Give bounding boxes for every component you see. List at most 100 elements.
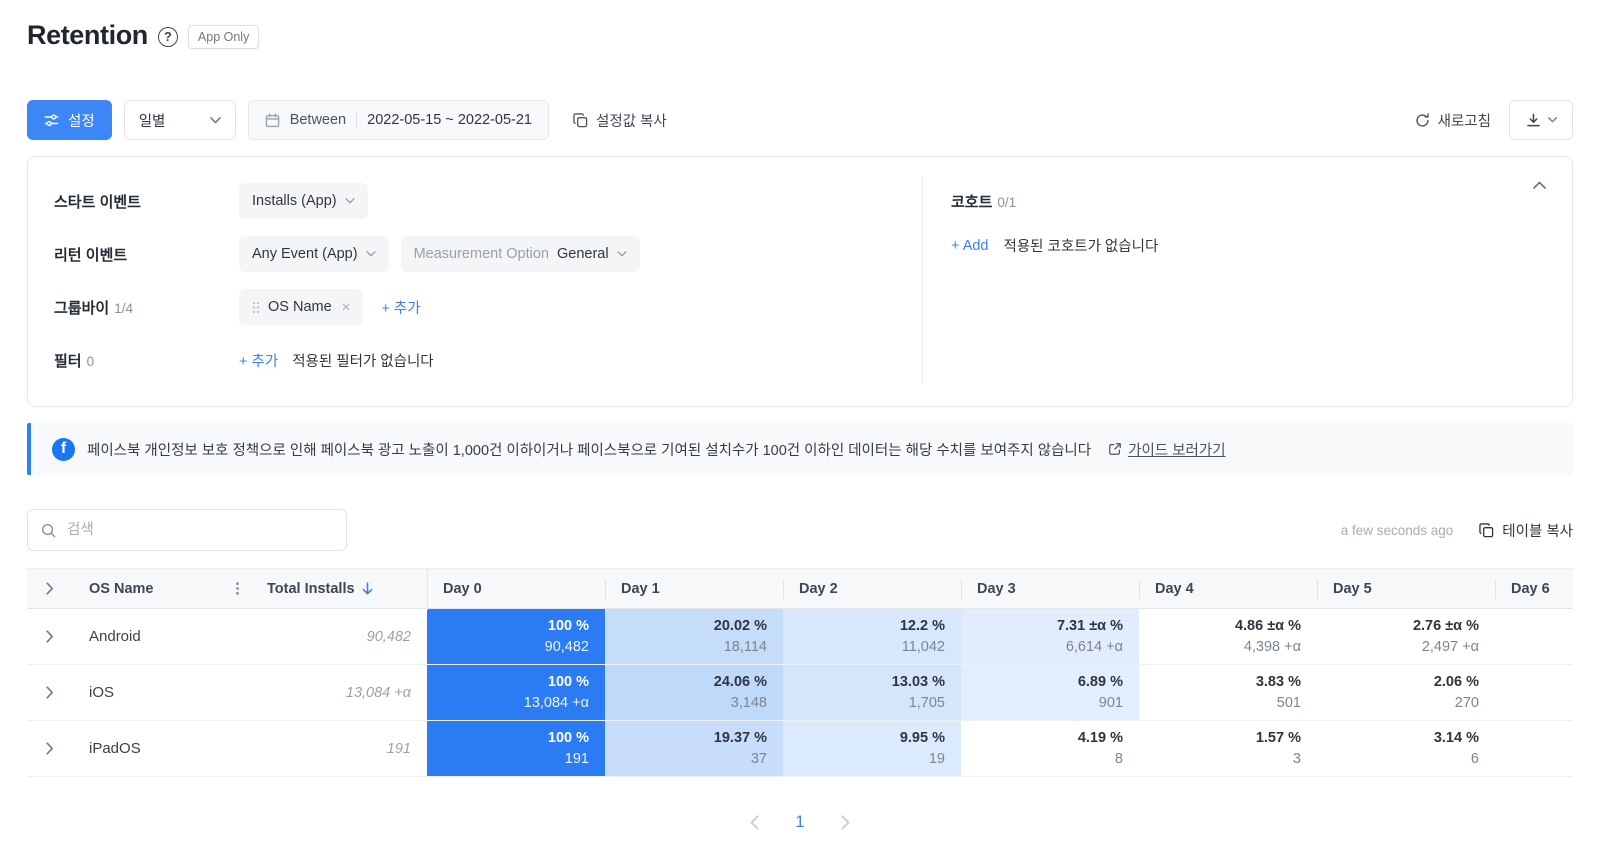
retention-cell: 1.57 % 3 (1139, 721, 1317, 776)
chevron-down-icon (617, 251, 627, 257)
granularity-value: 일별 (138, 113, 166, 130)
table-row: iPadOS 191 100 % 191 19.37 % 37 9.95 % 19 4.19 %… (27, 721, 1573, 777)
group-by-chip-label: OS Name (268, 299, 332, 315)
settings-button[interactable]: 설정 (27, 100, 112, 140)
os-name-cell: Android (89, 628, 141, 645)
filter-row: 필터 0 + 추가 적용된 필터가 없습니다 (54, 342, 922, 378)
date-range-picker[interactable]: Between 2022-05-15 ~ 2022-05-21 (247, 100, 549, 140)
external-link-icon (1108, 442, 1122, 456)
retention-cell: 3.83 % 501 (1139, 665, 1317, 720)
add-filter-button[interactable]: + 추가 (239, 350, 278, 371)
query-config-panel: 스타트 이벤트 Installs (App) 리턴 이벤트 Any Event … (27, 156, 1573, 407)
drag-handle-icon[interactable] (252, 301, 260, 314)
granularity-dropdown[interactable]: 일별 (123, 100, 236, 140)
group-by-chip-os-name[interactable]: OS Name × (239, 289, 364, 325)
sliders-icon (44, 113, 59, 128)
retention-cell: 4.19 % 8 (961, 721, 1139, 776)
retention-cell: 13.03 % 1,705 (783, 665, 961, 720)
column-header-day-6[interactable]: Day 6 (1495, 569, 1573, 608)
cohort-add-row: + Add 적용된 코호트가 없습니다 (951, 235, 1546, 256)
collapse-panel-button[interactable] (1533, 181, 1546, 189)
expand-all-button[interactable] (27, 569, 73, 608)
calendar-icon (265, 112, 280, 128)
column-header-day-0[interactable]: Day 0 (427, 569, 605, 610)
column-header-day-4[interactable]: Day 4 (1139, 569, 1317, 608)
retention-cell: 4.86 ±α % 4,398 +α (1139, 609, 1317, 664)
retention-cell: 2.06 % 270 (1317, 665, 1495, 720)
os-name-header-label: OS Name (89, 580, 154, 597)
search-icon (41, 523, 56, 538)
close-icon[interactable]: × (342, 299, 351, 316)
copy-settings-button[interactable]: 설정값 복사 (573, 110, 667, 131)
retention-cell: 100 % 13,084 +α (427, 665, 605, 720)
table-row: iOS 13,084 +α 100 % 13,084 +α 24.06 % 3,148 13… (27, 665, 1573, 721)
column-header-day-5[interactable]: Day 5 (1317, 569, 1495, 608)
day-headers: Day 0 Day 1 Day 2 Day 3 Day 4 Day 5 Day 6 (427, 569, 1573, 610)
retention-cell: 100 % 90,482 (427, 609, 605, 664)
measurement-option-value: General (556, 246, 609, 262)
refresh-button[interactable]: 새로고침 (1415, 110, 1491, 131)
download-icon (1526, 113, 1541, 128)
return-event-row: 리턴 이벤트 Any Event (App) Measurement Optio… (54, 236, 922, 272)
app-only-badge: App Only (187, 24, 260, 49)
search-input[interactable] (65, 521, 333, 539)
chevron-down-icon (209, 116, 221, 124)
return-event-select[interactable]: Any Event (App) (239, 236, 389, 272)
retention-cell (1495, 721, 1573, 776)
chevron-down-icon (1547, 117, 1557, 123)
retention-cell: 20.02 % 18,114 (605, 609, 783, 664)
start-event-value: Installs (App) (252, 193, 337, 209)
copy-icon (1479, 522, 1494, 538)
total-installs-cell: 90,482 (366, 628, 411, 645)
column-header-total-installs[interactable]: Total Installs (251, 569, 427, 608)
previous-page-button[interactable] (750, 815, 760, 830)
measurement-option-select[interactable]: Measurement Option General (400, 236, 640, 272)
toolbar-right: 새로고침 (1415, 100, 1573, 140)
retention-table: OS Name Total Installs Day 0 Day 1 Day 2 Da… (27, 568, 1573, 777)
retention-cell: 7.31 ±α % 6,614 +α (961, 609, 1139, 664)
chevron-down-icon (366, 251, 376, 257)
copy-table-button[interactable]: 테이블 복사 (1479, 520, 1573, 541)
table-header-row: OS Name Total Installs Day 0 Day 1 Day 2 Da… (27, 568, 1573, 610)
os-name-cell: iOS (89, 684, 115, 701)
column-header-os-name[interactable]: OS Name (73, 569, 251, 608)
start-event-select[interactable]: Installs (App) (239, 183, 368, 219)
page-number[interactable]: 1 (795, 813, 804, 832)
guide-link[interactable]: 가이드 보러가기 (1108, 439, 1226, 460)
column-header-day-2[interactable]: Day 2 (783, 569, 961, 608)
sort-descending-icon[interactable] (362, 582, 373, 595)
cohort-panel: 코호트 0/1 + Add 적용된 코호트가 없습니다 (922, 177, 1546, 384)
column-header-day-1[interactable]: Day 1 (605, 569, 783, 608)
copy-icon (573, 112, 588, 128)
add-cohort-button[interactable]: + Add (951, 238, 989, 254)
guide-link-label[interactable]: 가이드 보러가기 (1128, 439, 1225, 460)
filter-count: 0 (86, 353, 95, 369)
row-expand-button[interactable] (27, 665, 73, 720)
row-expand-button[interactable] (27, 721, 73, 776)
row-expand-button[interactable] (27, 609, 73, 664)
search-box[interactable] (27, 509, 347, 551)
help-icon[interactable]: ? (157, 26, 178, 47)
kebab-menu-icon[interactable] (236, 582, 239, 595)
chevron-down-icon (345, 198, 355, 204)
return-event-label: 리턴 이벤트 (54, 246, 128, 264)
download-button[interactable] (1509, 100, 1573, 140)
group-by-count: 1/4 (114, 300, 133, 316)
date-range-value: 2022-05-15 ~ 2022-05-21 (367, 112, 532, 128)
start-event-row: 스타트 이벤트 Installs (App) (54, 183, 922, 219)
retention-cell: 12.2 % 11,042 (783, 609, 961, 664)
filter-label: 필터 0 (54, 352, 95, 370)
column-header-day-3[interactable]: Day 3 (961, 569, 1139, 608)
add-group-by-button[interactable]: + 추가 (381, 297, 420, 318)
group-by-label: 그룹바이 1/4 (54, 299, 133, 317)
cohort-label: 코호트 0/1 (951, 194, 1017, 211)
table-body: Android 90,482 100 % 90,482 20.02 % 18,114 12.… (27, 609, 1573, 777)
date-mode-label: Between (289, 112, 347, 128)
group-by-row: 그룹바이 1/4 OS Name × + 추가 (54, 289, 922, 325)
table-toolbar: a few seconds ago 테이블 복사 (27, 509, 1573, 551)
cohort-empty-text: 적용된 코호트가 없습니다 (1003, 239, 1159, 255)
measurement-option-label: Measurement Option (413, 246, 549, 262)
retention-cell: 2.76 ±α % 2,497 +α (1317, 609, 1495, 664)
retention-cell (1495, 609, 1573, 664)
next-page-button[interactable] (840, 815, 850, 830)
